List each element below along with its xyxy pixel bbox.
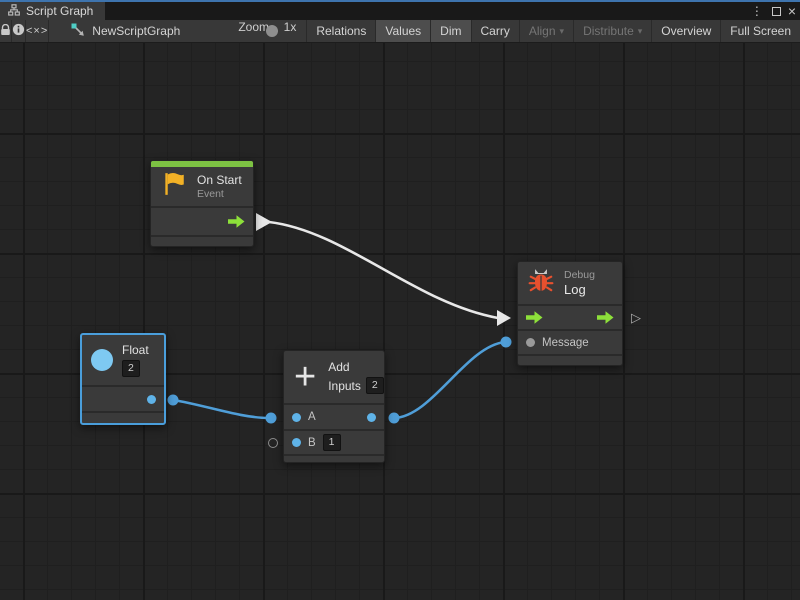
values-button[interactable]: Values	[375, 20, 430, 42]
input-b-value[interactable]: 1	[323, 434, 341, 451]
wire-onstart-to-log[interactable]	[256, 213, 511, 326]
wire-start-arrow	[256, 213, 272, 231]
input-a-port[interactable]	[292, 413, 301, 422]
flag-icon	[161, 171, 187, 202]
chevron-down-icon: ▾	[638, 26, 643, 37]
info-button[interactable]	[12, 20, 26, 42]
input-b-port[interactable]	[292, 438, 301, 447]
float-value-input[interactable]: 2	[122, 360, 140, 377]
message-input-row: Message	[518, 329, 622, 354]
dim-button[interactable]: Dim	[430, 20, 470, 42]
graph-hierarchy-icon	[8, 4, 20, 19]
add-output-port[interactable]	[367, 413, 376, 422]
node-footer	[284, 454, 384, 462]
port-label: A	[308, 411, 316, 423]
zoom-slider[interactable]	[277, 20, 278, 43]
chevron-down-icon: ▾	[560, 26, 565, 37]
relations-button[interactable]: Relations	[306, 20, 375, 42]
wire-end-arrow	[497, 310, 511, 326]
graph-asset-icon	[71, 23, 85, 40]
tab-strip: Script Graph ⋮ ×	[0, 2, 800, 20]
inputs-label: Inputs	[328, 379, 361, 393]
plus-icon: +	[294, 362, 316, 392]
overview-button[interactable]: Overview	[651, 20, 720, 42]
port-label: Message	[542, 337, 589, 349]
maximize-icon[interactable]	[772, 7, 781, 16]
node-footer	[82, 411, 164, 423]
zoom-value: 1x	[284, 20, 297, 42]
node-debug-log[interactable]: Debug Log ▷ Message	[517, 261, 623, 366]
lock-icon	[0, 24, 11, 39]
close-icon[interactable]: ×	[788, 2, 796, 20]
node-subtitle: Event	[197, 188, 242, 200]
message-input-port[interactable]	[526, 338, 535, 347]
window-menu-icon[interactable]: ⋮	[749, 2, 765, 20]
lock-button[interactable]	[0, 20, 12, 42]
bug-icon	[528, 267, 554, 299]
script-graph-window: Script Graph ⋮ × <×> NewScriptGraph	[0, 0, 800, 600]
node-footer	[518, 354, 622, 365]
wire-float-to-add-a[interactable]	[168, 395, 277, 424]
wire-layer	[0, 43, 800, 600]
node-float[interactable]: Float 2	[80, 333, 166, 425]
zoom-label: Zoom	[238, 20, 269, 42]
graph-toolbar: <×> NewScriptGraph Zoom 1x Relations Val…	[0, 20, 800, 43]
zoom-slider-knob[interactable]	[266, 25, 278, 37]
dim-label: Dim	[440, 24, 461, 38]
distribute-button[interactable]: Distribute ▾	[573, 20, 651, 42]
carry-button[interactable]: Carry	[471, 20, 519, 42]
node-on-start[interactable]: On Start Event	[150, 160, 254, 247]
wire-add-to-log-message[interactable]	[389, 337, 512, 424]
carry-label: Carry	[481, 24, 510, 38]
relations-label: Relations	[316, 24, 366, 38]
code-preview-button[interactable]: <×>	[26, 20, 49, 42]
exec-output-port[interactable]	[597, 311, 614, 324]
graph-canvas[interactable]: On Start Event	[0, 43, 800, 600]
input-b-row: B 1	[284, 429, 384, 454]
node-title: On Start	[197, 173, 242, 187]
node-title: Add	[328, 360, 384, 374]
window-controls: ⋮ ×	[749, 2, 796, 20]
wire-start-dot	[389, 413, 400, 424]
exec-output-port[interactable]	[228, 215, 245, 228]
graph-breadcrumb: NewScriptGraph	[71, 20, 180, 42]
exec-row: ▷	[518, 304, 622, 329]
wire-end-dot	[266, 413, 277, 424]
code-icon: <×>	[26, 25, 48, 37]
info-icon	[12, 23, 25, 39]
tab-script-graph[interactable]: Script Graph	[0, 2, 105, 20]
wire-end-dot	[501, 337, 512, 348]
values-label: Values	[385, 24, 421, 38]
float-output-port[interactable]	[147, 395, 156, 404]
output-row	[82, 385, 164, 411]
unconnected-value-indicator[interactable]	[268, 438, 278, 448]
unconnected-exec-indicator[interactable]: ▷	[631, 309, 641, 327]
fullscreen-label: Full Screen	[730, 24, 791, 38]
node-add[interactable]: + Add Inputs 2 A B 1	[283, 350, 385, 463]
float-type-icon	[91, 349, 113, 371]
wire-start-dot	[168, 395, 179, 406]
align-label: Align	[529, 24, 556, 38]
inputs-count-input[interactable]: 2	[366, 377, 384, 394]
align-button[interactable]: Align ▾	[519, 20, 573, 42]
overview-label: Overview	[661, 24, 711, 38]
exec-input-port[interactable]	[526, 311, 543, 324]
node-category: Debug	[564, 269, 595, 281]
node-footer	[151, 235, 253, 246]
node-title: Log	[564, 282, 595, 297]
port-label: B	[308, 437, 316, 449]
distribute-label: Distribute	[583, 24, 634, 38]
exec-output-row	[151, 206, 253, 235]
fullscreen-button[interactable]: Full Screen	[720, 20, 800, 42]
node-title: Float	[122, 343, 149, 357]
graph-name[interactable]: NewScriptGraph	[92, 24, 180, 38]
tab-label: Script Graph	[26, 4, 93, 18]
input-a-row: A	[284, 403, 384, 429]
